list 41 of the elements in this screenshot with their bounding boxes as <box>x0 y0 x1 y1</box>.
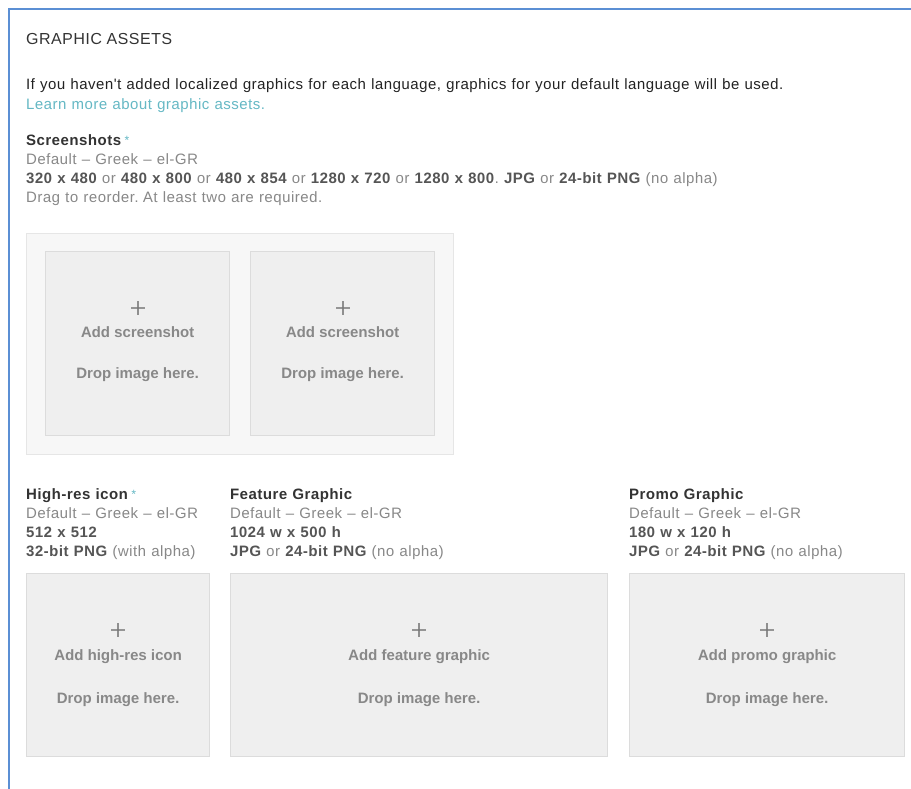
plus-icon <box>759 622 775 638</box>
drop-zone[interactable]: Add high-res icon Drop image here. <box>26 573 210 757</box>
language-text: Default – Greek – el-GR <box>230 504 404 523</box>
format-text: 32-bit PNG (with alpha) <box>26 542 197 561</box>
plus-icon <box>110 622 126 638</box>
field-title: Promo Graphic <box>629 486 744 503</box>
required-mark: * <box>131 487 137 501</box>
add-label: Add high-res icon <box>54 646 182 665</box>
size-text: 180 w x 120 h <box>629 523 732 542</box>
format-text: JPG or 24-bit PNG (no alpha) <box>629 542 844 561</box>
spec-text: 320 x 480 or 480 x 800 or 480 x 854 or 1280 x 720 or 1280 x 800. JPG or 24-bit PNG (no alpha) <box>26 169 720 188</box>
add-label: Add feature graphic <box>348 646 490 665</box>
drop-hint: Drop image here. <box>706 689 828 708</box>
plus-icon <box>334 300 350 316</box>
size-text: 512 x 512 <box>26 523 98 542</box>
plus-icon <box>411 622 427 638</box>
drop-zone[interactable]: Add promo graphic Drop image here. <box>629 573 905 757</box>
drop-hint: Drop image here. <box>76 365 199 382</box>
drop-zone[interactable]: Add screenshot Drop image here. <box>250 251 435 436</box>
size-text: 1024 w x 500 h <box>230 523 342 542</box>
field-title: High-res icon <box>26 486 128 503</box>
add-label: Add screenshot <box>80 324 194 341</box>
intro-text: If you haven't added localized graphics for each language, graphics for your default language will be used. <box>26 75 785 95</box>
drop-hint: Drop image here. <box>56 689 180 708</box>
field-title: Feature Graphic <box>230 486 353 503</box>
required-mark: * <box>124 133 130 147</box>
drop-zone[interactable]: Add feature graphic Drop image here. <box>230 573 608 757</box>
field-title: Screenshots <box>26 132 122 149</box>
drop-zone[interactable]: Add screenshot Drop image here. <box>45 251 230 436</box>
note-text: Drag to reorder. At least two are required. <box>26 188 324 207</box>
drop-hint: Drop image here. <box>358 689 480 708</box>
plus-icon <box>130 300 146 316</box>
add-label: Add screenshot <box>286 324 400 341</box>
section-title: GRAPHIC ASSETS <box>26 31 174 49</box>
language-text: Default – Greek – el-GR <box>629 504 802 523</box>
drop-hint: Drop image here. <box>281 365 404 382</box>
language-text: Default – Greek – el-GR <box>26 504 200 523</box>
language-text: Default – Greek – el-GR <box>26 150 200 169</box>
learn-more-link[interactable]: Learn more about graphic assets. <box>26 95 266 115</box>
format-text: JPG or 24-bit PNG (no alpha) <box>230 542 446 561</box>
add-label: Add promo graphic <box>698 646 836 665</box>
